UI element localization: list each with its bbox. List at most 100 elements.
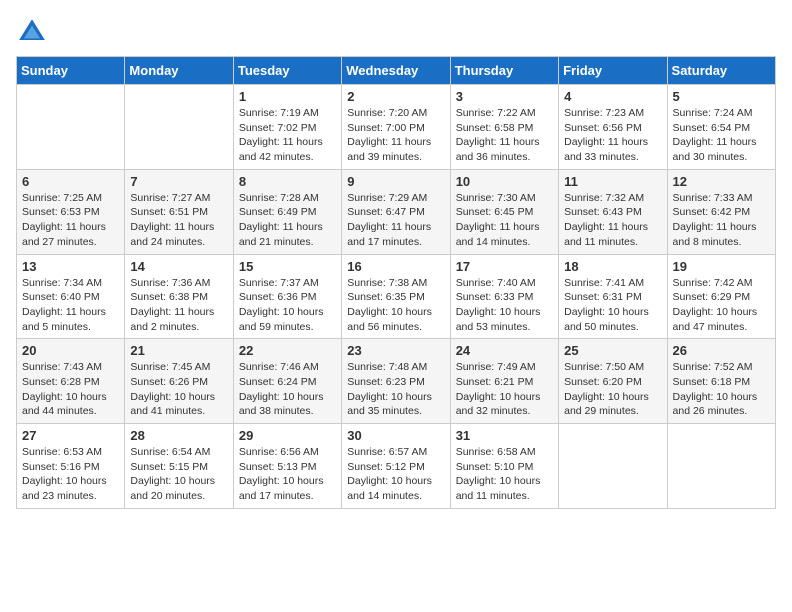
day-number: 14	[130, 259, 227, 274]
calendar-day-cell: 29Sunrise: 6:56 AM Sunset: 5:13 PM Dayli…	[233, 424, 341, 509]
day-number: 6	[22, 174, 119, 189]
calendar-day-cell: 13 Sunrise: 7:34 AM Sunset: 6:40 PM Dayli…	[17, 254, 125, 339]
logo-icon	[16, 16, 48, 48]
day-info: Sunrise: 7:49 AM Sunset: 6:21 PM Dayligh…	[456, 360, 553, 419]
day-number: 2	[347, 89, 444, 104]
day-info: Sunrise: 7:43 AM Sunset: 6:28 PM Dayligh…	[22, 360, 119, 419]
calendar-day-cell: 27 Sunrise: 6:53 AM Sunset: 5:16 PM Dayli…	[17, 424, 125, 509]
day-info: Sunrise: 6:58 AM Sunset: 5:10 PM Dayligh…	[456, 445, 553, 504]
day-info: Sunrise: 7:25 AM Sunset: 6:53 PM Dayligh…	[22, 191, 119, 250]
calendar-day-cell: 15 Sunrise: 7:37 AM Sunset: 6:36 PM Dayli…	[233, 254, 341, 339]
calendar-week-row: 1 Sunrise: 7:19 AM Sunset: 7:02 PM Daylig…	[17, 85, 776, 170]
day-number: 1	[239, 89, 336, 104]
calendar-day-cell	[667, 424, 775, 509]
day-info: Sunrise: 7:29 AM Sunset: 6:47 PM Dayligh…	[347, 191, 444, 250]
day-info: Sunrise: 7:19 AM Sunset: 7:02 PM Dayligh…	[239, 106, 336, 165]
calendar-day-cell: 25Sunrise: 7:50 AM Sunset: 6:20 PM Dayli…	[559, 339, 667, 424]
day-number: 29	[239, 428, 336, 443]
day-info: Sunrise: 7:33 AM Sunset: 6:42 PM Dayligh…	[673, 191, 770, 250]
calendar-day-cell: 1 Sunrise: 7:19 AM Sunset: 7:02 PM Daylig…	[233, 85, 341, 170]
weekday-header-row: SundayMondayTuesdayWednesdayThursdayFrid…	[17, 57, 776, 85]
day-number: 31	[456, 428, 553, 443]
calendar-day-cell: 6 Sunrise: 7:25 AM Sunset: 6:53 PM Daylig…	[17, 169, 125, 254]
calendar-day-cell: 11Sunrise: 7:32 AM Sunset: 6:43 PM Dayli…	[559, 169, 667, 254]
page-header	[16, 16, 776, 48]
day-info: Sunrise: 6:57 AM Sunset: 5:12 PM Dayligh…	[347, 445, 444, 504]
weekday-header: Wednesday	[342, 57, 450, 85]
day-info: Sunrise: 7:22 AM Sunset: 6:58 PM Dayligh…	[456, 106, 553, 165]
calendar-day-cell: 16 Sunrise: 7:38 AM Sunset: 6:35 PM Dayli…	[342, 254, 450, 339]
calendar-day-cell: 24 Sunrise: 7:49 AM Sunset: 6:21 PM Dayli…	[450, 339, 558, 424]
calendar-day-cell: 26 Sunrise: 7:52 AM Sunset: 6:18 PM Dayli…	[667, 339, 775, 424]
day-info: Sunrise: 7:20 AM Sunset: 7:00 PM Dayligh…	[347, 106, 444, 165]
calendar-day-cell: 28 Sunrise: 6:54 AM Sunset: 5:15 PM Dayli…	[125, 424, 233, 509]
day-info: Sunrise: 7:28 AM Sunset: 6:49 PM Dayligh…	[239, 191, 336, 250]
day-number: 21	[130, 343, 227, 358]
calendar-day-cell	[125, 85, 233, 170]
calendar-day-cell: 18 Sunrise: 7:41 AM Sunset: 6:31 PM Dayli…	[559, 254, 667, 339]
calendar-day-cell: 12 Sunrise: 7:33 AM Sunset: 6:42 PM Dayli…	[667, 169, 775, 254]
day-number: 5	[673, 89, 770, 104]
calendar-week-row: 20 Sunrise: 7:43 AM Sunset: 6:28 PM Dayli…	[17, 339, 776, 424]
calendar-day-cell: 4 Sunrise: 7:23 AM Sunset: 6:56 PM Daylig…	[559, 85, 667, 170]
weekday-header: Monday	[125, 57, 233, 85]
day-number: 24	[456, 343, 553, 358]
day-info: Sunrise: 7:24 AM Sunset: 6:54 PM Dayligh…	[673, 106, 770, 165]
day-info: Sunrise: 7:37 AM Sunset: 6:36 PM Dayligh…	[239, 276, 336, 335]
day-info: Sunrise: 7:32 AM Sunset: 6:43 PM Dayligh…	[564, 191, 661, 250]
calendar-day-cell	[559, 424, 667, 509]
day-number: 4	[564, 89, 661, 104]
calendar-day-cell: 9 Sunrise: 7:29 AM Sunset: 6:47 PM Daylig…	[342, 169, 450, 254]
day-number: 12	[673, 174, 770, 189]
day-number: 8	[239, 174, 336, 189]
weekday-header: Friday	[559, 57, 667, 85]
weekday-header: Thursday	[450, 57, 558, 85]
calendar-day-cell: 17Sunrise: 7:40 AM Sunset: 6:33 PM Dayli…	[450, 254, 558, 339]
day-info: Sunrise: 6:53 AM Sunset: 5:16 PM Dayligh…	[22, 445, 119, 504]
day-info: Sunrise: 7:27 AM Sunset: 6:51 PM Dayligh…	[130, 191, 227, 250]
day-info: Sunrise: 7:41 AM Sunset: 6:31 PM Dayligh…	[564, 276, 661, 335]
day-info: Sunrise: 6:54 AM Sunset: 5:15 PM Dayligh…	[130, 445, 227, 504]
logo	[16, 16, 52, 48]
day-number: 9	[347, 174, 444, 189]
day-info: Sunrise: 7:36 AM Sunset: 6:38 PM Dayligh…	[130, 276, 227, 335]
calendar-day-cell: 10Sunrise: 7:30 AM Sunset: 6:45 PM Dayli…	[450, 169, 558, 254]
day-number: 15	[239, 259, 336, 274]
day-number: 18	[564, 259, 661, 274]
calendar-week-row: 6 Sunrise: 7:25 AM Sunset: 6:53 PM Daylig…	[17, 169, 776, 254]
calendar-table: SundayMondayTuesdayWednesdayThursdayFrid…	[16, 56, 776, 509]
calendar-day-cell: 5 Sunrise: 7:24 AM Sunset: 6:54 PM Daylig…	[667, 85, 775, 170]
calendar-day-cell: 23 Sunrise: 7:48 AM Sunset: 6:23 PM Dayli…	[342, 339, 450, 424]
day-number: 16	[347, 259, 444, 274]
day-number: 27	[22, 428, 119, 443]
calendar-day-cell: 20 Sunrise: 7:43 AM Sunset: 6:28 PM Dayli…	[17, 339, 125, 424]
day-number: 28	[130, 428, 227, 443]
day-info: Sunrise: 7:30 AM Sunset: 6:45 PM Dayligh…	[456, 191, 553, 250]
day-info: Sunrise: 7:45 AM Sunset: 6:26 PM Dayligh…	[130, 360, 227, 419]
day-number: 26	[673, 343, 770, 358]
day-info: Sunrise: 7:52 AM Sunset: 6:18 PM Dayligh…	[673, 360, 770, 419]
day-number: 3	[456, 89, 553, 104]
calendar-day-cell: 3 Sunrise: 7:22 AM Sunset: 6:58 PM Daylig…	[450, 85, 558, 170]
weekday-header: Tuesday	[233, 57, 341, 85]
day-number: 19	[673, 259, 770, 274]
day-number: 13	[22, 259, 119, 274]
calendar-week-row: 27 Sunrise: 6:53 AM Sunset: 5:16 PM Dayli…	[17, 424, 776, 509]
day-info: Sunrise: 7:48 AM Sunset: 6:23 PM Dayligh…	[347, 360, 444, 419]
weekday-header: Saturday	[667, 57, 775, 85]
day-number: 22	[239, 343, 336, 358]
calendar-day-cell: 14 Sunrise: 7:36 AM Sunset: 6:38 PM Dayli…	[125, 254, 233, 339]
day-info: Sunrise: 7:42 AM Sunset: 6:29 PM Dayligh…	[673, 276, 770, 335]
day-number: 23	[347, 343, 444, 358]
day-number: 25	[564, 343, 661, 358]
day-number: 20	[22, 343, 119, 358]
day-info: Sunrise: 7:23 AM Sunset: 6:56 PM Dayligh…	[564, 106, 661, 165]
day-number: 30	[347, 428, 444, 443]
day-info: Sunrise: 7:34 AM Sunset: 6:40 PM Dayligh…	[22, 276, 119, 335]
calendar-day-cell: 22Sunrise: 7:46 AM Sunset: 6:24 PM Dayli…	[233, 339, 341, 424]
calendar-day-cell: 31 Sunrise: 6:58 AM Sunset: 5:10 PM Dayli…	[450, 424, 558, 509]
calendar-day-cell: 8 Sunrise: 7:28 AM Sunset: 6:49 PM Daylig…	[233, 169, 341, 254]
calendar-day-cell: 30 Sunrise: 6:57 AM Sunset: 5:12 PM Dayli…	[342, 424, 450, 509]
day-number: 7	[130, 174, 227, 189]
day-info: Sunrise: 7:38 AM Sunset: 6:35 PM Dayligh…	[347, 276, 444, 335]
